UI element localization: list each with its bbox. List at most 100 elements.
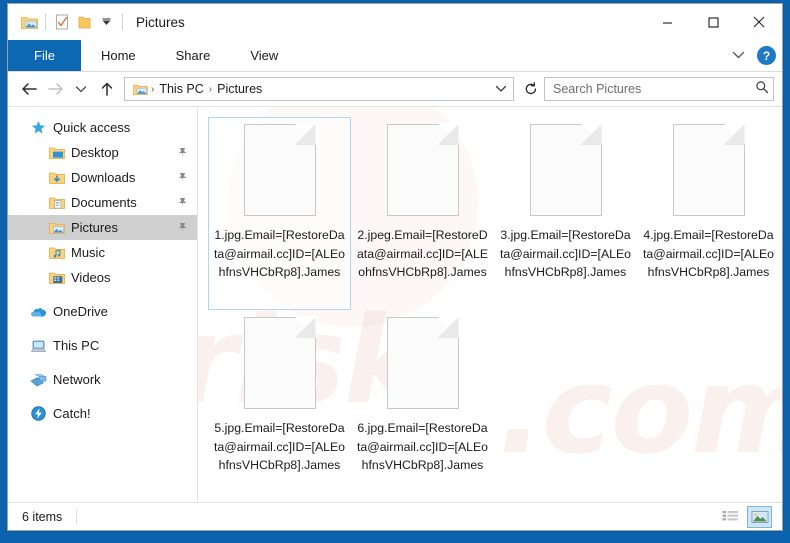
sidebar-item-label: Desktop xyxy=(71,145,119,160)
help-icon[interactable]: ? xyxy=(757,46,776,65)
pictures-folder-icon[interactable] xyxy=(18,11,40,33)
breadcrumb-pictures-icon[interactable] xyxy=(130,78,150,100)
sidebar-item-onedrive[interactable]: OneDrive xyxy=(8,299,197,324)
pictures-folder-icon xyxy=(48,219,65,236)
sidebar-item-downloads[interactable]: Downloads xyxy=(8,165,197,190)
file-grid: 1.jpg.Email=[RestoreData@airmail.cc]ID=[… xyxy=(208,117,782,502)
up-button[interactable] xyxy=(94,76,120,102)
file-item[interactable]: 5.jpg.Email=[RestoreData@airmail.cc]ID=[… xyxy=(208,310,351,502)
address-bar[interactable]: › This PC › Pictures xyxy=(124,77,514,101)
file-name: 4.jpg.Email=[RestoreData@airmail.cc]ID=[… xyxy=(642,228,775,279)
file-name: 1.jpg.Email=[RestoreData@airmail.cc]ID=[… xyxy=(213,228,346,279)
network-icon xyxy=(30,371,47,388)
back-button[interactable] xyxy=(16,76,42,102)
blank-document-icon xyxy=(243,123,317,216)
blank-document-icon xyxy=(529,123,603,216)
large-icons-view-button[interactable] xyxy=(747,505,772,528)
status-bar: 6 items xyxy=(8,502,782,530)
file-item[interactable]: 2.jpeg.Email=[RestoreData@airmail.cc]ID=… xyxy=(351,117,494,310)
breadcrumb-item-pictures[interactable]: Pictures xyxy=(213,82,266,96)
maximize-button[interactable] xyxy=(690,4,736,40)
sidebar-item-label: OneDrive xyxy=(53,304,108,319)
status-separator xyxy=(76,508,78,525)
window-body: Quick access Desktop Downloads Documents… xyxy=(8,106,782,502)
recent-locations-button[interactable] xyxy=(68,76,94,102)
downloads-folder-icon xyxy=(48,169,65,186)
navigation-bar: › This PC › Pictures Search Pictures xyxy=(8,72,782,106)
sidebar-item-music[interactable]: Music xyxy=(8,240,197,265)
sidebar-item-label: Quick access xyxy=(53,120,131,135)
forward-button[interactable] xyxy=(42,76,68,102)
star-icon xyxy=(30,119,47,136)
blank-document-icon xyxy=(672,123,746,216)
pin-icon[interactable] xyxy=(176,221,189,234)
details-view-button[interactable] xyxy=(718,506,743,528)
minimize-button[interactable] xyxy=(644,4,690,40)
sidebar-item-catch[interactable]: Catch! xyxy=(8,401,197,426)
address-bar-controls xyxy=(491,78,511,100)
address-dropdown-icon[interactable] xyxy=(491,78,511,100)
breadcrumb-item-this-pc[interactable]: This PC xyxy=(155,82,207,96)
customize-dropdown-icon[interactable] xyxy=(95,11,117,33)
view-mode-buttons xyxy=(718,505,776,528)
search-box[interactable]: Search Pictures xyxy=(544,77,774,101)
sidebar-group-gap-4 xyxy=(8,392,197,401)
sidebar-item-this-pc[interactable]: This PC xyxy=(8,333,197,358)
file-name: 3.jpg.Email=[RestoreData@airmail.cc]ID=[… xyxy=(499,228,632,279)
tab-home[interactable]: Home xyxy=(81,40,156,71)
qat-separator-2 xyxy=(122,14,123,30)
sidebar-item-label: Documents xyxy=(71,195,137,210)
sidebar-item-pictures[interactable]: Pictures xyxy=(8,215,197,240)
close-button[interactable] xyxy=(736,4,782,40)
sidebar-item-label: Downloads xyxy=(71,170,136,185)
pin-icon[interactable] xyxy=(176,196,189,209)
blank-document-icon xyxy=(243,316,317,409)
file-explorer-window: Pictures File Home Share View ? › This P… xyxy=(7,3,783,531)
breadcrumb: › This PC › Pictures xyxy=(130,78,491,100)
file-item[interactable]: 1.jpg.Email=[RestoreData@airmail.cc]ID=[… xyxy=(208,117,351,310)
window-title: Pictures xyxy=(136,14,185,30)
item-count-label: 6 items xyxy=(22,509,63,524)
pin-icon[interactable] xyxy=(176,171,189,184)
tab-share[interactable]: Share xyxy=(156,40,231,71)
sidebar-group-gap-2 xyxy=(8,324,197,333)
quick-access-toolbar: Pictures xyxy=(8,11,185,33)
desktop-folder-icon xyxy=(48,144,65,161)
search-icon[interactable] xyxy=(755,80,769,99)
chevron-down-icon[interactable] xyxy=(729,47,747,65)
navigation-pane: Quick access Desktop Downloads Documents… xyxy=(8,107,198,502)
sidebar-item-desktop[interactable]: Desktop xyxy=(8,140,197,165)
file-list-pane[interactable]: risk .com 1.jpg.Email=[RestoreData@airma… xyxy=(198,107,782,502)
file-item[interactable]: 6.jpg.Email=[RestoreData@airmail.cc]ID=[… xyxy=(351,310,494,502)
ribbon-tabs: File Home Share View ? xyxy=(8,40,782,72)
tab-file[interactable]: File xyxy=(8,40,81,71)
properties-icon[interactable] xyxy=(51,11,73,33)
sidebar-item-label: Videos xyxy=(71,270,111,285)
music-folder-icon xyxy=(48,244,65,261)
new-folder-icon[interactable] xyxy=(73,11,95,33)
sidebar-item-label: Network xyxy=(53,372,101,387)
sidebar-item-videos[interactable]: Videos xyxy=(8,265,197,290)
sidebar-item-label: Pictures xyxy=(71,220,118,235)
search-input[interactable]: Search Pictures xyxy=(553,82,755,96)
file-name: 2.jpeg.Email=[RestoreData@airmail.cc]ID=… xyxy=(356,228,489,279)
title-bar: Pictures xyxy=(8,4,782,40)
sidebar-item-label: Catch! xyxy=(53,406,91,421)
file-item[interactable]: 3.jpg.Email=[RestoreData@airmail.cc]ID=[… xyxy=(494,117,637,310)
window-controls xyxy=(644,4,782,40)
blank-document-icon xyxy=(386,123,460,216)
documents-folder-icon xyxy=(48,194,65,211)
tab-view[interactable]: View xyxy=(230,40,298,71)
refresh-button[interactable] xyxy=(518,76,544,102)
pin-icon[interactable] xyxy=(176,146,189,159)
catch-app-icon xyxy=(30,405,47,422)
sidebar-item-network[interactable]: Network xyxy=(8,367,197,392)
sidebar-item-quick-access[interactable]: Quick access xyxy=(8,115,197,140)
blank-document-icon xyxy=(386,316,460,409)
sidebar-item-label: This PC xyxy=(53,338,100,353)
sidebar-item-documents[interactable]: Documents xyxy=(8,190,197,215)
file-item[interactable]: 4.jpg.Email=[RestoreData@airmail.cc]ID=[… xyxy=(637,117,780,310)
this-pc-icon xyxy=(30,337,47,354)
file-name: 5.jpg.Email=[RestoreData@airmail.cc]ID=[… xyxy=(213,421,346,472)
sidebar-group-gap-3 xyxy=(8,358,197,367)
